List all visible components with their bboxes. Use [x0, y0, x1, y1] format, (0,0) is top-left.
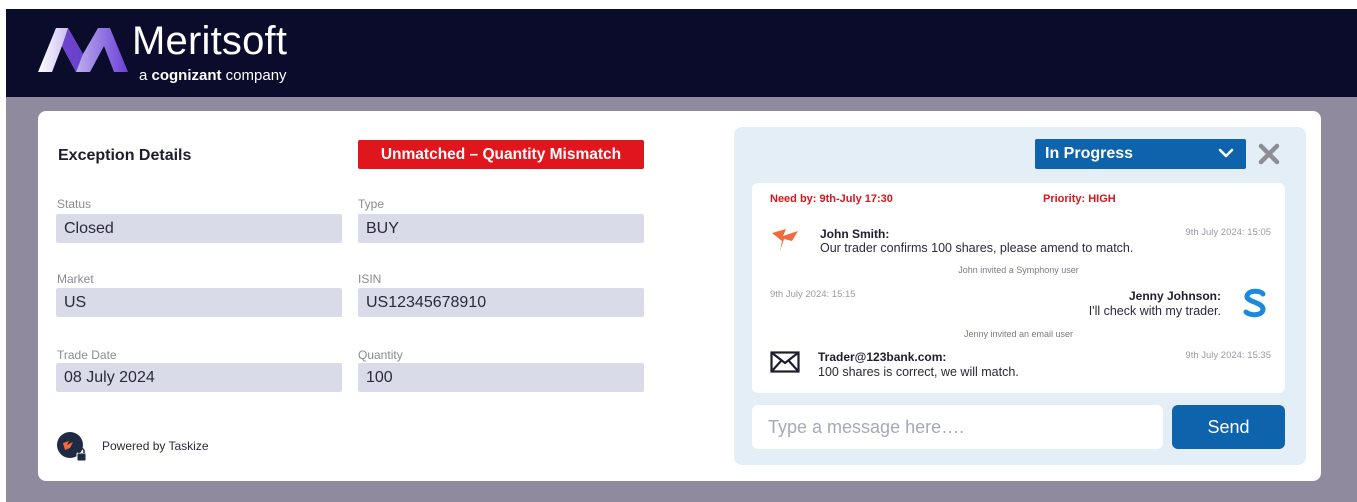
message-input[interactable] — [752, 405, 1163, 449]
exception-details-title: Exception Details — [58, 147, 192, 164]
message-timestamp: 9th July 2024: 15:35 — [1185, 350, 1271, 361]
market-label: Market — [57, 272, 94, 286]
message-sender: Jenny Johnson: — [1128, 289, 1221, 303]
message-text: 100 shares is correct, we will match. — [818, 365, 1019, 379]
header-bar: Meritsoft a cognizant company — [6, 9, 1357, 97]
trade-date-field: 08 July 2024 — [56, 363, 342, 392]
message-sender: Trader@123bank.com: — [818, 350, 947, 364]
app-frame: Meritsoft a cognizant company Exception … — [6, 9, 1357, 502]
system-note: John invited a Symphony user — [958, 265, 1079, 275]
brand-name: Meritsoft — [132, 19, 288, 63]
message-sender: John Smith: — [820, 227, 890, 241]
envelope-icon — [770, 351, 800, 373]
message-timestamp: 9th July 2024: 15:05 — [1185, 227, 1271, 238]
trade-date-label: Trade Date — [57, 348, 117, 362]
system-note: Jenny invited an email user — [963, 329, 1074, 339]
quantity-label: Quantity — [358, 348, 403, 362]
mismatch-badge: Unmatched – Quantity Mismatch — [358, 140, 644, 169]
isin-label: ISIN — [358, 272, 382, 286]
status-label: Status — [57, 197, 92, 211]
meritsoft-logo-icon — [38, 28, 128, 72]
symphony-icon — [1243, 288, 1266, 318]
isin-field: US12345678910 — [358, 288, 644, 317]
brand-subtitle: a cognizant company — [139, 67, 287, 84]
status-dropdown[interactable]: In Progress — [1035, 139, 1246, 169]
type-label: Type — [358, 197, 385, 211]
message-text: I'll check with my trader. — [1088, 304, 1221, 318]
powered-by-text: Powered by Taskize — [102, 439, 209, 453]
chevron-down-icon — [1218, 148, 1234, 158]
chat-panel: In Progress Need by: 9th-July 17:30 Prio… — [734, 127, 1306, 465]
taskize-avatar-icon — [772, 229, 798, 251]
message-list: Need by: 9th-July 17:30 Priority: HIGH J… — [752, 183, 1285, 393]
exception-card: Exception Details Unmatched – Quantity M… — [38, 111, 1321, 481]
taskize-icon — [57, 432, 87, 462]
status-dropdown-value: In Progress — [1045, 145, 1134, 162]
type-field: BUY — [358, 214, 644, 243]
need-by-text: Need by: 9th-July 17:30 — [770, 193, 893, 205]
message-timestamp: 9th July 2024: 15:15 — [770, 289, 856, 300]
market-field: US — [56, 288, 342, 317]
close-icon[interactable] — [1257, 142, 1281, 166]
send-button[interactable]: Send — [1172, 405, 1285, 449]
quantity-field: 100 — [358, 363, 644, 392]
status-field: Closed — [56, 214, 342, 243]
priority-text: Priority: HIGH — [1043, 193, 1116, 205]
message-text: Our trader confirms 100 shares, please a… — [820, 241, 1134, 255]
